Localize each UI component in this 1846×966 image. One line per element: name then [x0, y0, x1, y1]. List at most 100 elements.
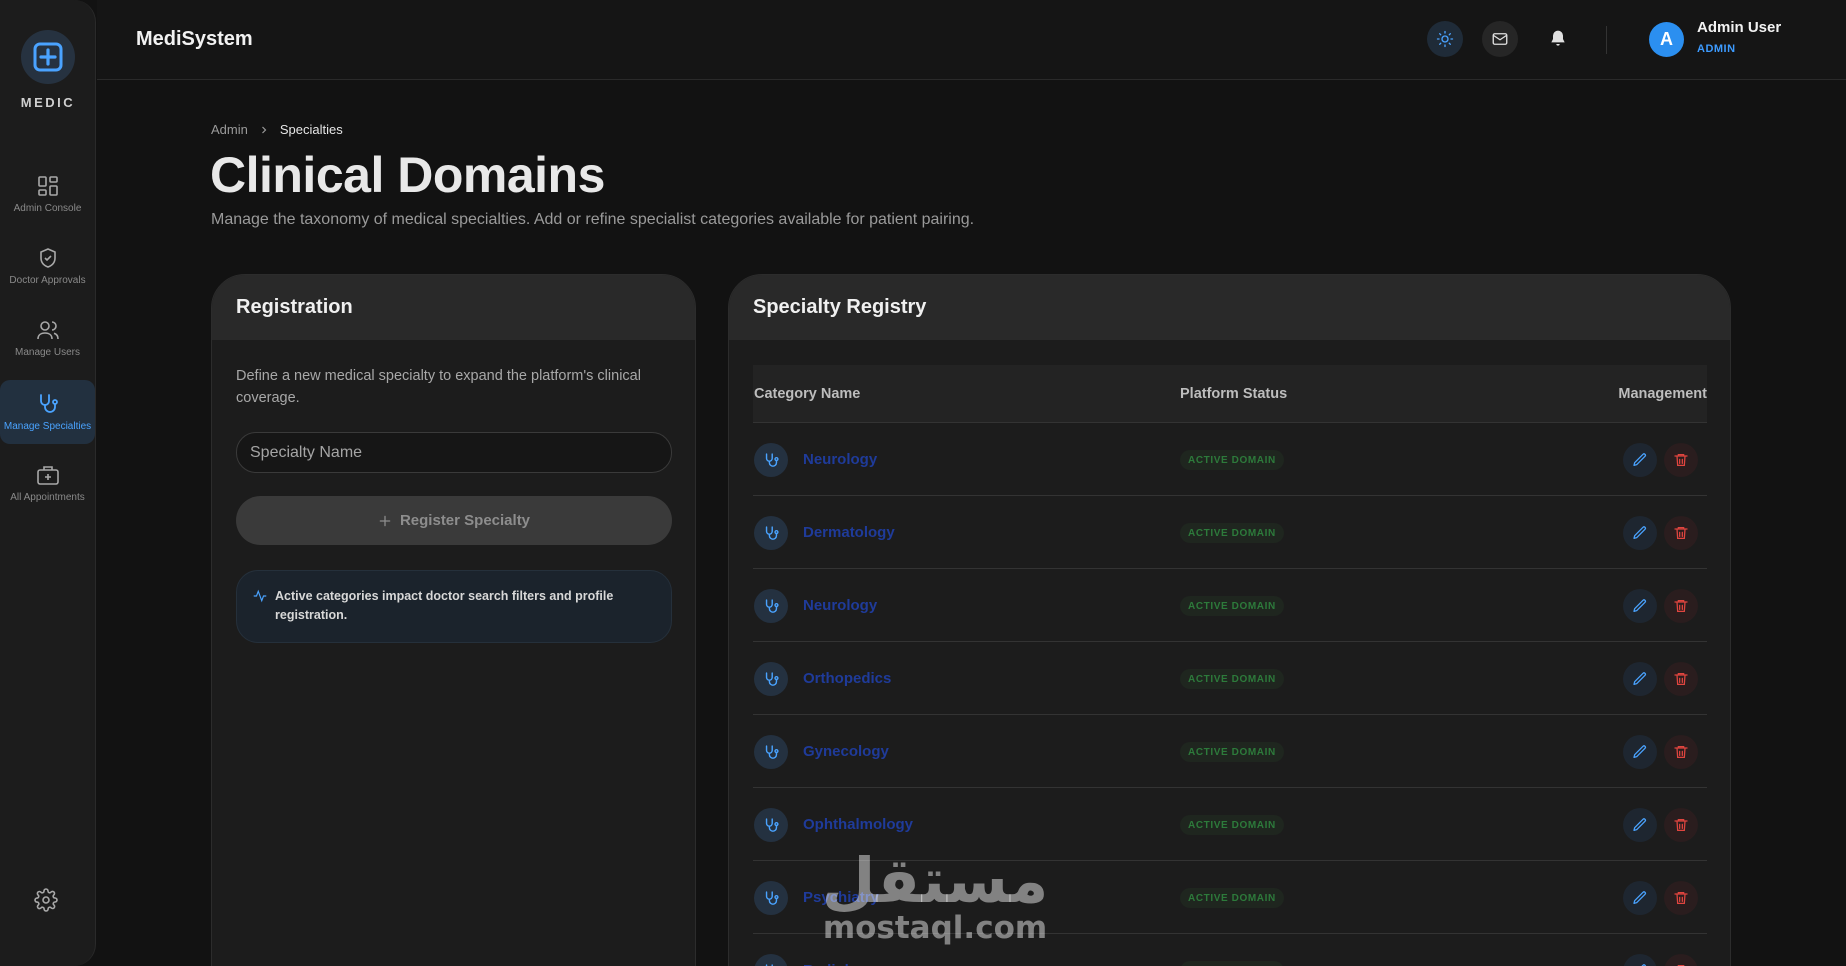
status-badge: ACTIVE DOMAIN	[1180, 961, 1284, 966]
top-bar: MediSystem A Admin User ADMIN	[97, 0, 1846, 80]
table-row: Neurology ACTIVE DOMAIN	[753, 569, 1707, 642]
edit-button[interactable]	[1623, 443, 1657, 477]
specialty-name[interactable]: Gynecology	[803, 743, 889, 760]
delete-button[interactable]	[1664, 954, 1698, 966]
specialty-name[interactable]: Radiology	[803, 962, 876, 966]
breadcrumb-admin[interactable]: Admin	[211, 122, 248, 137]
status-badge: ACTIVE DOMAIN	[1180, 596, 1284, 616]
mail-icon	[1492, 33, 1508, 45]
trash-icon	[1674, 673, 1688, 685]
status-badge: ACTIVE DOMAIN	[1180, 523, 1284, 543]
delete-button[interactable]	[1664, 443, 1698, 477]
column-header-category: Category Name	[754, 385, 861, 402]
sidebar-item-all-appointments[interactable]: All Appointments	[0, 451, 95, 515]
sidebar-item-label: Manage Users	[14, 347, 81, 358]
status-badge: ACTIVE DOMAIN	[1180, 815, 1284, 835]
specialty-icon	[754, 808, 788, 842]
specialty-icon	[754, 589, 788, 623]
register-specialty-label: Register Specialty	[399, 512, 531, 529]
specialty-name[interactable]: Orthopedics	[803, 670, 891, 687]
edit-button[interactable]	[1623, 881, 1657, 915]
specialty-name-input[interactable]	[236, 432, 672, 473]
pencil-icon	[1633, 526, 1647, 539]
notifications-button[interactable]	[1540, 21, 1576, 57]
messages-button[interactable]	[1482, 21, 1518, 57]
specialty-name[interactable]: Neurology	[803, 451, 877, 468]
edit-button[interactable]	[1623, 954, 1657, 966]
sidebar-item-manage-users[interactable]: Manage Users	[0, 306, 95, 370]
stethoscope-icon	[765, 817, 779, 832]
activity-icon	[253, 589, 267, 603]
sidebar-item-label: Manage Specialties	[3, 421, 92, 432]
briefcase-medical-icon	[36, 466, 59, 485]
status-badge: ACTIVE DOMAIN	[1180, 450, 1284, 470]
registry-card-header: Specialty Registry	[729, 275, 1730, 340]
status-badge: ACTIVE DOMAIN	[1180, 669, 1284, 689]
grid-icon	[37, 176, 58, 196]
registration-description: Define a new medical specialty to expand…	[236, 368, 641, 406]
stethoscope-icon	[765, 890, 779, 905]
column-header-management: Management	[1618, 385, 1707, 402]
trash-icon	[1674, 600, 1688, 612]
delete-button[interactable]	[1664, 881, 1698, 915]
trash-icon	[1674, 454, 1688, 466]
app-title: MediSystem	[136, 28, 253, 50]
shield-check-icon	[39, 248, 56, 268]
edit-button[interactable]	[1623, 589, 1657, 623]
trash-icon	[1674, 819, 1688, 831]
registration-card: Registration Define a new medical specia…	[211, 274, 696, 966]
edit-button[interactable]	[1623, 808, 1657, 842]
pencil-icon	[1633, 672, 1647, 685]
delete-button[interactable]	[1664, 662, 1698, 696]
sidebar-item-label: Doctor Approvals	[9, 275, 86, 286]
gear-icon[interactable]	[34, 888, 58, 912]
pencil-icon	[1633, 599, 1647, 612]
sidebar-item-label: Admin Console	[13, 203, 82, 214]
table-row: Dermatology ACTIVE DOMAIN	[753, 496, 1707, 569]
table-row: Neurology ACTIVE DOMAIN	[753, 423, 1707, 496]
stethoscope-icon	[765, 452, 779, 467]
specialty-name[interactable]: Neurology	[803, 597, 877, 614]
specialty-name[interactable]: Psychiatry	[803, 889, 879, 906]
status-badge: ACTIVE DOMAIN	[1180, 888, 1284, 908]
logo[interactable]: MEDIC	[0, 30, 96, 110]
delete-button[interactable]	[1664, 808, 1698, 842]
edit-button[interactable]	[1623, 516, 1657, 550]
registration-card-header: Registration	[212, 275, 695, 340]
specialty-icon	[754, 516, 788, 550]
stethoscope-icon	[765, 744, 779, 759]
specialty-icon	[754, 954, 788, 966]
avatar[interactable]: A	[1649, 22, 1684, 57]
stethoscope-icon	[765, 671, 779, 686]
specialty-name[interactable]: Dermatology	[803, 524, 895, 541]
logo-text: MEDIC	[20, 95, 76, 110]
register-specialty-button[interactable]: Register Specialty	[236, 496, 672, 545]
table-row: Radiology ACTIVE DOMAIN	[753, 934, 1707, 966]
column-header-status: Platform Status	[1180, 385, 1288, 402]
breadcrumb: Admin Specialties	[211, 122, 343, 137]
registry-title: Specialty Registry	[753, 296, 927, 318]
delete-button[interactable]	[1664, 735, 1698, 769]
edit-button[interactable]	[1623, 662, 1657, 696]
trash-icon	[1674, 892, 1688, 904]
header-divider	[1606, 26, 1607, 54]
edit-button[interactable]	[1623, 735, 1657, 769]
specialty-icon	[754, 662, 788, 696]
sidebar-item-label: All Appointments	[10, 492, 85, 503]
delete-button[interactable]	[1664, 589, 1698, 623]
theme-toggle-button[interactable]	[1427, 21, 1463, 57]
specialty-name[interactable]: Ophthalmology	[803, 816, 913, 833]
pencil-icon	[1633, 745, 1647, 758]
trash-icon	[1674, 527, 1688, 539]
breadcrumb-current: Specialties	[279, 122, 343, 137]
specialty-icon	[754, 443, 788, 477]
delete-button[interactable]	[1664, 516, 1698, 550]
medical-cross-icon	[21, 30, 75, 84]
status-badge: ACTIVE DOMAIN	[1180, 742, 1284, 762]
specialty-icon	[754, 881, 788, 915]
sidebar-item-admin-console[interactable]: Admin Console	[0, 162, 95, 226]
sidebar-item-manage-specialties[interactable]: Manage Specialties	[0, 380, 95, 444]
stethoscope-icon	[765, 525, 779, 540]
sidebar-item-doctor-approvals[interactable]: Doctor Approvals	[0, 234, 95, 298]
sidebar: MEDIC Admin Console Doctor Approvals Man…	[0, 0, 96, 966]
